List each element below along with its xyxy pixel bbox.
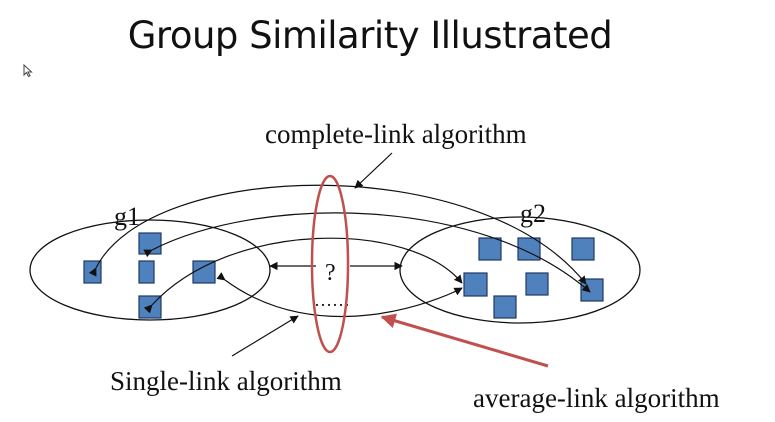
group-g2-label: g2 — [520, 199, 546, 228]
single-link-pointer — [231, 315, 299, 357]
average-link-pointer — [380, 313, 549, 368]
single-link-label: Single-link algorithm — [110, 366, 342, 396]
complete-link-pointer — [354, 152, 393, 189]
question-mark: ? — [325, 260, 336, 286]
complete-link-label: complete-link algorithm — [265, 119, 527, 149]
average-link-label: average-link algorithm — [473, 383, 720, 413]
g1-member — [138, 232, 162, 255]
group-similarity-diagram: g1 g2 ? …… complete-link algorithm Singl… — [29, 119, 720, 413]
group-g1-members — [83, 232, 216, 319]
g2-member — [478, 237, 502, 261]
g2-member — [463, 272, 488, 297]
group-g2-members — [463, 237, 604, 319]
g2-member — [525, 272, 549, 296]
g2-member — [571, 237, 595, 261]
g1-member — [192, 260, 216, 284]
g1-member — [138, 260, 155, 284]
group-g2-ellipse — [399, 216, 641, 324]
g2-member — [493, 295, 517, 319]
complete-link-curve — [88, 184, 587, 285]
